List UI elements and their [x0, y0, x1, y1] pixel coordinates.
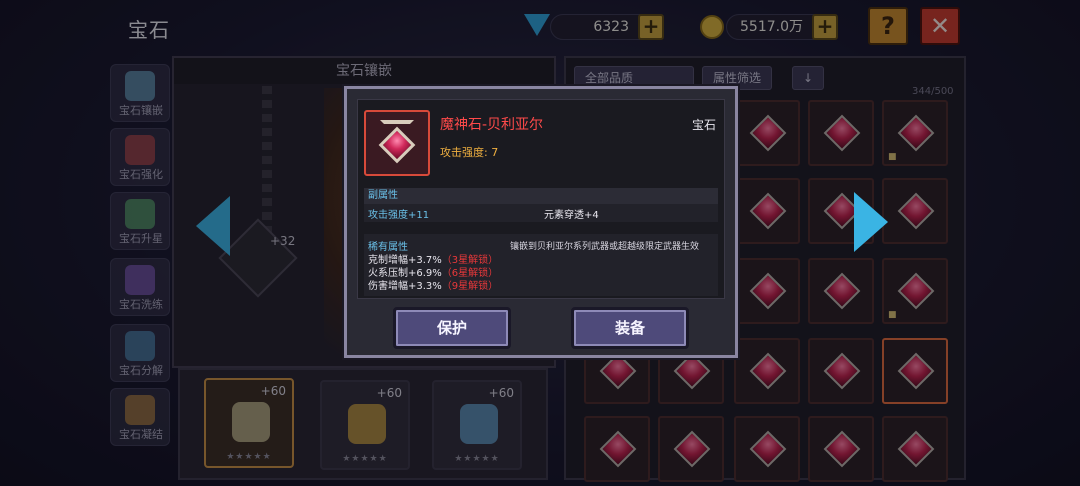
gem-type: 宝石 [691, 118, 716, 132]
equip-button[interactable]: 装备 [571, 307, 689, 349]
gem-detail-content: 魔神石-贝利亚尔 宝石 攻击强度: 7 副属性 攻击强度+11 元素穿透+4 稀… [357, 99, 725, 299]
secondary-stat: 元素穿透+4 [544, 210, 599, 221]
rare-stat-lock: （6星解锁） [441, 268, 499, 279]
rare-stat: 克制增幅+3.7%（3星解锁） [368, 254, 498, 267]
rare-title: 稀有属性 [368, 242, 408, 253]
secondary-title: 副属性 [364, 188, 718, 204]
rare-stat-lock: （9星解锁） [441, 281, 499, 292]
secondary-stat: 攻击强度+11 [368, 210, 430, 221]
rare-stat-lock: （3星解锁） [441, 255, 499, 266]
rare-stat: 伤害增幅+3.3%（9星解锁） [368, 280, 498, 293]
gem-name: 魔神石-贝利亚尔 [440, 117, 544, 133]
rare-condition: 镶嵌到贝利亚尔系列武器或超越级限定武器生效 [510, 242, 700, 252]
rare-stat-value: 火系压制+6.9% [368, 268, 442, 279]
main-stat: 攻击强度: 7 [440, 146, 499, 159]
ruby-gem-icon [378, 126, 416, 164]
rare-stat-value: 伤害增幅+3.3% [368, 281, 442, 292]
rare-stat-value: 克制增幅+3.7% [368, 255, 442, 266]
rare-stat: 火系压制+6.9%（6星解锁） [368, 267, 498, 280]
gem-detail-dialog: 魔神石-贝利亚尔 宝石 攻击强度: 7 副属性 攻击强度+11 元素穿透+4 稀… [344, 86, 738, 358]
next-arrow-icon[interactable] [854, 192, 888, 252]
secondary-attributes: 副属性 攻击强度+11 元素穿透+4 [364, 188, 718, 222]
rare-attributes: 稀有属性 镶嵌到贝利亚尔系列武器或超越级限定武器生效 克制增幅+3.7%（3星解… [364, 234, 718, 296]
gem-portrait [364, 110, 430, 176]
protect-button[interactable]: 保护 [393, 307, 511, 349]
